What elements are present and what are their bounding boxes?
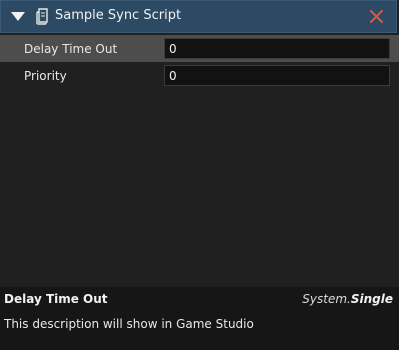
property-label: Delay Time Out — [24, 42, 118, 56]
priority-input[interactable] — [164, 65, 390, 86]
type-namespace: System. — [302, 292, 351, 306]
property-panel: Sample Sync Script Delay Time Out Priori… — [0, 0, 399, 350]
type-name: Single — [350, 292, 393, 306]
description-title: Delay Time Out — [4, 292, 108, 306]
property-row-delay-time-out[interactable]: Delay Time Out — [0, 35, 399, 62]
script-title: Sample Sync Script — [55, 8, 182, 23]
description-text: This description will show in Game Studi… — [4, 317, 254, 331]
script-file-icon — [36, 8, 48, 25]
description-type: System.Single — [302, 292, 393, 306]
script-header[interactable]: Sample Sync Script — [0, 0, 397, 33]
property-label: Priority — [24, 69, 67, 83]
property-row-priority[interactable]: Priority — [0, 62, 399, 89]
description-panel: Delay Time Out System.Single This descri… — [0, 287, 399, 350]
close-icon[interactable] — [369, 9, 384, 24]
collapse-triangle-icon[interactable] — [11, 12, 25, 21]
property-list: Delay Time Out Priority — [0, 35, 399, 89]
delay-time-out-input[interactable] — [164, 38, 390, 59]
